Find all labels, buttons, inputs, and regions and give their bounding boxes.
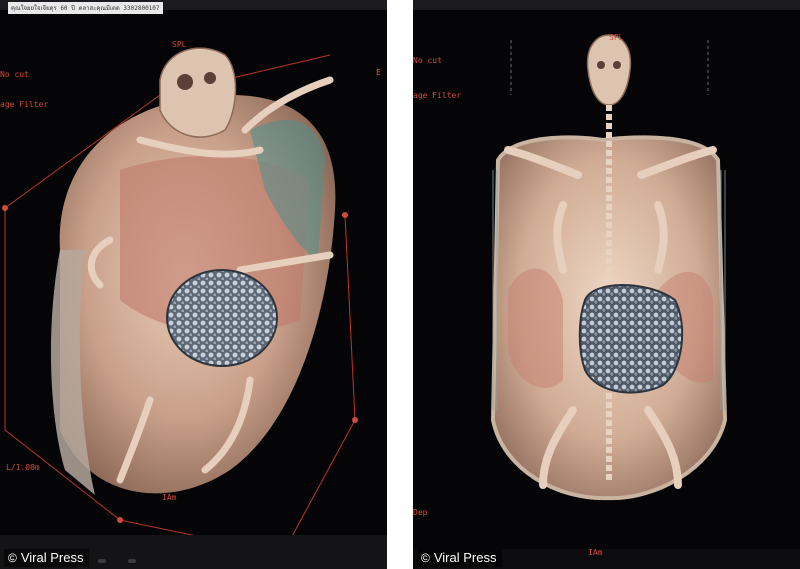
spl-label: SPL (172, 40, 187, 49)
turtle-skull (586, 34, 632, 106)
right-ct-scan-photo: SPL No cut age Filter Dep IAm © Viral Pre… (413, 0, 800, 569)
image-filter-label: age Filter (413, 91, 462, 100)
coin-mass (166, 269, 278, 367)
no-cut-label: No cut (413, 56, 442, 65)
dep-label: Dep (413, 508, 428, 517)
turtle-3d-render-top (490, 34, 728, 501)
image-filter-label: age Filter (0, 100, 49, 109)
turtle-3d-render-side (2, 47, 358, 546)
left-ct-scan-photo: คุณใจยยใจเจียดุร 60 ปี ตลาสะคุณมีเดด 330… (0, 0, 387, 569)
orientation-label: IAm (588, 548, 603, 557)
monitor-button (128, 559, 136, 563)
copyright-icon: © (421, 551, 430, 565)
coin-mass (578, 284, 684, 394)
spl-label: SPL (609, 33, 624, 42)
e-marker-label: E (376, 68, 381, 77)
scale-label: L/1.00m (6, 463, 40, 472)
monitor-button (98, 559, 106, 563)
watermark: © Viral Press (417, 549, 503, 567)
watermark: © Viral Press (4, 549, 90, 567)
orientation-label: IAm (162, 493, 177, 502)
turtle-skull (159, 47, 237, 138)
no-cut-label: No cut (0, 70, 29, 79)
copyright-icon: © (8, 551, 17, 565)
